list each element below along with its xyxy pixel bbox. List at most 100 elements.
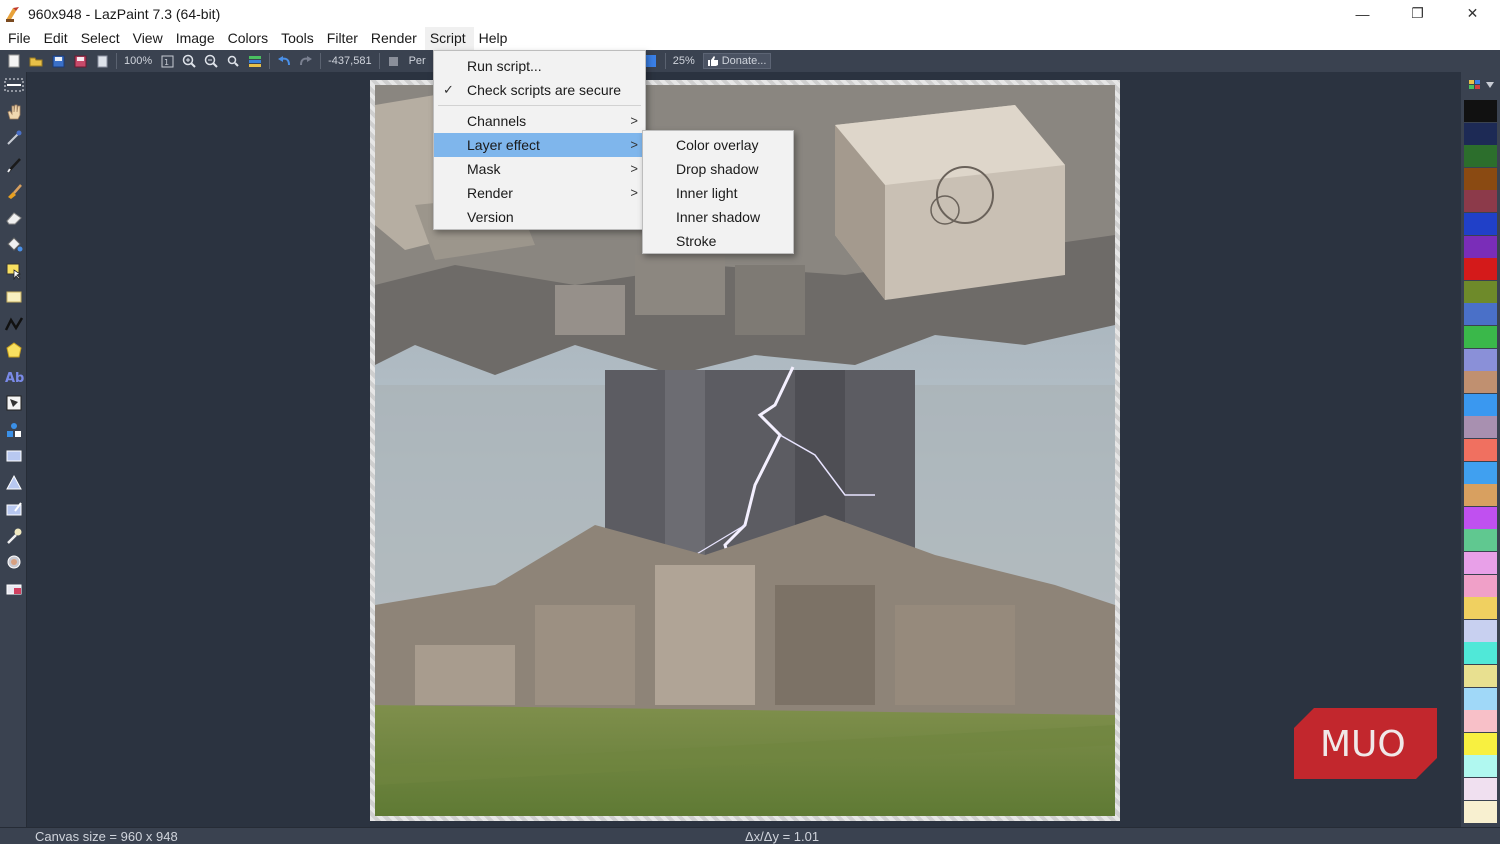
menu-item-color-overlay[interactable]: Color overlay (643, 133, 793, 157)
palette-swatch[interactable] (1464, 529, 1497, 552)
pen-tool-icon[interactable] (0, 152, 27, 179)
brush-tool-icon[interactable] (0, 178, 27, 205)
menu-item-stroke[interactable]: Stroke (643, 229, 793, 253)
palette-swatch[interactable] (1464, 280, 1497, 303)
text-tool-icon[interactable]: Ab (0, 364, 27, 391)
menu-colors[interactable]: Colors (223, 27, 276, 50)
save-as-icon[interactable] (72, 53, 88, 69)
palette-swatch[interactable] (1464, 461, 1497, 484)
palette-swatch[interactable] (1464, 755, 1497, 778)
palette-swatch[interactable] (1464, 371, 1497, 394)
new-file-icon[interactable] (6, 53, 22, 69)
redo-icon[interactable] (298, 53, 314, 69)
menu-item-inner-light[interactable]: Inner light (643, 181, 793, 205)
menu-image[interactable]: Image (171, 27, 223, 50)
palette-swatch[interactable] (1464, 213, 1497, 235)
hand-tool-icon[interactable] (0, 99, 27, 126)
menu-item-inner-shadow[interactable]: Inner shadow (643, 205, 793, 229)
menu-item-run-script[interactable]: Run script... (434, 54, 645, 78)
zoom-original-icon[interactable] (225, 53, 241, 69)
selection-eraser-tool-icon[interactable] (0, 576, 27, 603)
minimize-button[interactable]: — (1335, 0, 1390, 27)
menu-item-channels[interactable]: Channels > (434, 109, 645, 133)
palette-swatch[interactable] (1464, 484, 1497, 507)
eraser-tool-icon[interactable] (0, 205, 27, 232)
menu-item-check-scripts-secure[interactable]: ✓ Check scripts are secure (434, 78, 645, 102)
maximize-button[interactable]: ❐ (1390, 0, 1445, 27)
selection-rectangle-tool-icon[interactable] (0, 443, 27, 470)
zoom-fit-icon[interactable]: 1 (159, 53, 175, 69)
palette-swatch[interactable] (1464, 800, 1497, 823)
selection-brush-tool-icon[interactable] (0, 549, 27, 576)
palette-swatch[interactable] (1464, 235, 1497, 258)
palette-dropdown-icon[interactable] (1485, 82, 1494, 88)
palette-swatch[interactable] (1464, 145, 1497, 168)
palette-swatch[interactable] (1464, 122, 1497, 145)
palette-swatch[interactable] (1464, 100, 1497, 122)
select-rectangle-tool-icon[interactable] (0, 258, 27, 285)
palette-swatch[interactable] (1464, 258, 1497, 281)
palette-grid-icon[interactable] (1468, 79, 1482, 91)
menu-edit[interactable]: Edit (39, 27, 76, 50)
palette-swatch[interactable] (1464, 348, 1497, 371)
menu-tools[interactable]: Tools (276, 27, 322, 50)
menu-item-layer-effect[interactable]: Layer effect > (434, 133, 645, 157)
color-picker-tool-icon[interactable] (0, 125, 27, 152)
cursor-coordinates: -437,581 (328, 55, 372, 67)
palette-swatch[interactable] (1464, 687, 1497, 710)
palette-swatch[interactable] (1464, 642, 1497, 665)
polygon-tool-icon[interactable] (0, 337, 27, 364)
menu-item-mask[interactable]: Mask > (434, 157, 645, 181)
palette-swatch[interactable] (1464, 710, 1497, 733)
open-folder-icon[interactable] (28, 53, 44, 69)
submenu-arrow-icon: > (630, 185, 638, 200)
palette-swatch[interactable] (1464, 416, 1497, 439)
palette-swatch[interactable] (1464, 303, 1497, 326)
menu-item-drop-shadow[interactable]: Drop shadow (643, 157, 793, 181)
close-button[interactable]: ✕ (1445, 0, 1500, 27)
menu-help[interactable]: Help (474, 27, 516, 50)
donate-button[interactable]: Donate... (702, 53, 772, 69)
move-selection-tool-icon[interactable] (0, 72, 27, 99)
palette-swatch[interactable] (1464, 167, 1497, 190)
menu-item-render[interactable]: Render > (434, 181, 645, 205)
zoom-in-icon[interactable] (181, 53, 197, 69)
magic-wand-tool-icon[interactable] (0, 523, 27, 550)
zoom-out-icon[interactable] (203, 53, 219, 69)
palette-swatch[interactable] (1464, 574, 1497, 597)
menu-filter[interactable]: Filter (322, 27, 366, 50)
status-bar: Canvas size = 960 x 948 Δx/Δy = 1.01 (0, 827, 1500, 844)
palette-swatch[interactable] (1464, 597, 1497, 620)
curve-tool-icon[interactable] (0, 311, 27, 338)
selection-polygon-tool-icon[interactable] (0, 470, 27, 497)
menu-view[interactable]: View (128, 27, 171, 50)
palette-swatch[interactable] (1464, 778, 1497, 800)
pen-option-icon[interactable] (386, 53, 402, 69)
deform-tool-icon[interactable] (0, 390, 27, 417)
partial-toolbar-label: Per (408, 55, 426, 67)
menu-file[interactable]: File (3, 27, 39, 50)
fill-bucket-tool-icon[interactable] (0, 231, 27, 258)
zoom-100-label[interactable]: 100% (124, 55, 152, 67)
palette-swatch[interactable] (1464, 393, 1497, 416)
palette-swatch[interactable] (1464, 665, 1497, 687)
menu-select[interactable]: Select (76, 27, 128, 50)
rectangle-tool-icon[interactable] (0, 284, 27, 311)
palette-swatch[interactable] (1464, 506, 1497, 529)
menu-render[interactable]: Render (366, 27, 425, 50)
palette-swatch[interactable] (1464, 439, 1497, 461)
save-icon[interactable] (50, 53, 66, 69)
menu-script[interactable]: Script (424, 27, 474, 50)
palette-swatch[interactable] (1464, 619, 1497, 642)
export-icon[interactable] (94, 53, 110, 69)
selection-pen-tool-icon[interactable] (0, 496, 27, 523)
palette-swatch[interactable] (1464, 326, 1497, 348)
shapes-tool-icon[interactable] (0, 417, 27, 444)
undo-icon[interactable] (276, 53, 292, 69)
palette-swatch[interactable] (1464, 552, 1497, 574)
palette-swatch[interactable] (1464, 190, 1497, 213)
menu-item-version[interactable]: Version (434, 205, 645, 229)
layers-icon[interactable] (247, 53, 263, 69)
submenu-arrow-icon: > (630, 137, 638, 152)
palette-swatch[interactable] (1464, 732, 1497, 755)
